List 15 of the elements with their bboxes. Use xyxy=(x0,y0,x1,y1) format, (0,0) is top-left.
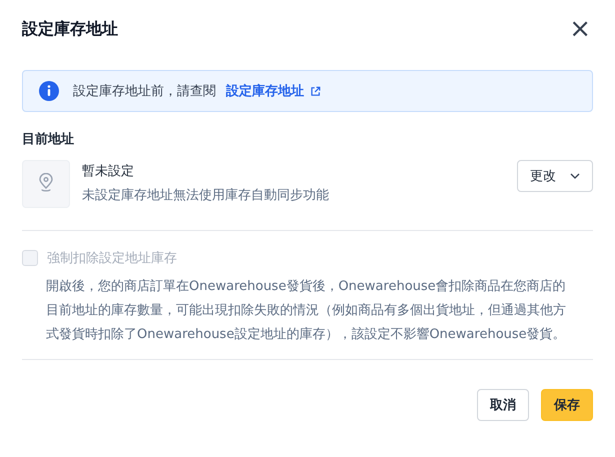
info-icon xyxy=(39,81,59,101)
notice-text: 設定庫存地址前，請查閱 xyxy=(73,83,216,100)
cancel-button[interactable]: 取消 xyxy=(477,389,529,421)
external-link-icon xyxy=(310,86,321,96)
save-button[interactable]: 保存 xyxy=(541,389,593,421)
section-heading: 目前地址 xyxy=(22,131,75,148)
dialog-title: 設定庫存地址 xyxy=(22,18,118,40)
change-dropdown[interactable]: 更改 xyxy=(517,160,593,192)
checkbox-label: 強制扣除設定地址庫存 xyxy=(47,250,177,267)
close-button[interactable]: × xyxy=(567,18,593,40)
address-name: 暫未設定 xyxy=(82,163,135,180)
guide-link[interactable]: 設定庫存地址 xyxy=(226,82,321,100)
description-paragraph: 開啟後，您的商店訂單在Onewarehouse發貨後，Onewarehouse會扣除商品在您商店的目前地址的庫存數量，可能出現扣除失敗的情況（例如商品有多個出貨地址，但通過其他方式發貨時扣除了Onewarehouse設定地址的庫存），該設定不影響Onewarehouse發貨。 xyxy=(46,278,567,344)
address-description: 未設定庫存地址無法使用庫存自動同步功能 xyxy=(82,187,330,204)
chevron-down-icon xyxy=(570,173,580,179)
